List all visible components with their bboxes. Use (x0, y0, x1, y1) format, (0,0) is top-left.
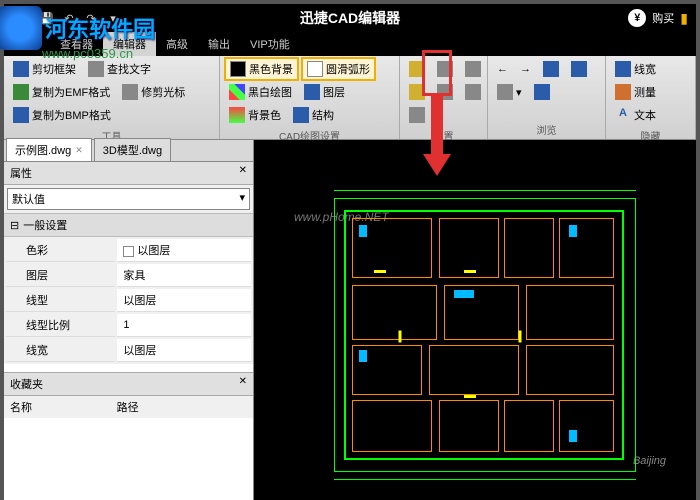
measure-button[interactable]: 测量 (610, 81, 661, 103)
smooth-arc-button[interactable]: 圆滑弧形 (301, 57, 376, 81)
group-browse-label: 浏览 (492, 120, 601, 139)
currency-icon[interactable]: ¥ (628, 9, 646, 27)
menu-output[interactable]: 输出 (198, 32, 240, 56)
col-path: 路径 (117, 399, 139, 415)
favorites-body (4, 418, 253, 500)
document-tabs: 示例图.dwg✕ 3D模型.dwg (4, 140, 253, 162)
copy-bmp-button[interactable]: 复制为BMP格式 (8, 104, 116, 126)
view-icon (571, 61, 587, 77)
buy-link[interactable]: 购买 (652, 10, 674, 26)
nav-history-button[interactable]: ▾ (492, 81, 527, 103)
col-name: 名称 (10, 399, 117, 415)
layers-button[interactable]: 图层 (299, 81, 350, 103)
zoom-fit-icon (465, 61, 481, 77)
site-watermark-overlay: 河东软件园 www.pc0359.cn (0, 6, 155, 61)
table-row: 色彩以图层 (6, 239, 251, 262)
table-row: 线型比例1 (6, 314, 251, 337)
ribbon: 剪切框架 查找文字 复制为EMF格式 修剪光标 复制为BMP格式 工具 黑色背景… (4, 56, 696, 140)
default-dropdown[interactable]: 默认值▾ (7, 188, 250, 210)
scissors-icon (13, 61, 29, 77)
zoom-window-button[interactable] (460, 81, 486, 103)
properties-header: 属性 ✕ (4, 162, 253, 185)
tab-example[interactable]: 示例图.dwg✕ (6, 138, 92, 161)
table-row: 线型以图层 (6, 289, 251, 312)
bgcolor-icon (229, 107, 245, 123)
bmp-icon (13, 107, 29, 123)
layers-icon (304, 84, 320, 100)
chevron-down-icon: ▾ (239, 191, 245, 207)
pin-icon[interactable]: ✕ (239, 376, 247, 392)
general-section[interactable]: ⊟一般设置 (4, 213, 253, 237)
workspace: 示例图.dwg✕ 3D模型.dwg 属性 ✕ 默认值▾ ⊟一般设置 色彩以图层 … (4, 140, 696, 500)
annotation-arrow (422, 50, 452, 176)
menu-vip[interactable]: VIP功能 (240, 32, 300, 56)
floor-plan-drawing (304, 190, 666, 480)
drawing-canvas[interactable]: www.pHome.NET Baijing (254, 140, 696, 500)
table-row: 线宽以图层 (6, 339, 251, 362)
cube-button[interactable] (529, 81, 555, 103)
nav-right-button[interactable]: → (515, 60, 536, 78)
view-button[interactable] (566, 58, 592, 80)
pin-icon[interactable]: ✕ (239, 165, 247, 181)
copy-emf-button[interactable]: 复制为EMF格式 (8, 81, 115, 103)
app-title: 迅捷CAD编辑器 (300, 8, 400, 28)
text-icon: A (615, 107, 631, 123)
arc-icon (307, 61, 323, 77)
search-icon (88, 61, 104, 77)
table-row: 图层家具 (6, 264, 251, 287)
ruler-icon (615, 84, 631, 100)
emf-icon (13, 84, 29, 100)
arrow-left-icon: ← (497, 63, 508, 75)
close-icon[interactable]: ✕ (75, 145, 83, 156)
site-name: 河东软件园 (45, 17, 155, 42)
black-bg-button[interactable]: 黑色背景 (224, 57, 299, 81)
cut-frame-button[interactable]: 剪切框架 (8, 58, 81, 80)
menu-advanced[interactable]: 高级 (156, 32, 198, 56)
linewidth-button[interactable]: 线宽 (610, 58, 661, 80)
trim-cursor-button[interactable]: 修剪光标 (117, 81, 190, 103)
tab-3dmodel[interactable]: 3D模型.dwg (94, 138, 171, 161)
collapse-icon: ⊟ (10, 219, 19, 232)
linewidth-icon (615, 61, 631, 77)
checkbox-icon[interactable] (123, 246, 134, 257)
bg-color-button[interactable]: 背景色 (224, 104, 286, 126)
history-icon (497, 84, 513, 100)
favorites-header: 收藏夹 ✕ (4, 372, 253, 396)
find-text-button[interactable]: 查找文字 (83, 58, 156, 80)
rotate-icon (543, 61, 559, 77)
favorites-columns: 名称 路径 (4, 396, 253, 418)
structure-icon (293, 107, 309, 123)
site-badge-icon (0, 6, 42, 50)
cube-icon (534, 84, 550, 100)
vip-icon[interactable]: ▮ (680, 10, 688, 27)
arrow-right-icon: → (520, 63, 531, 75)
site-url: www.pc0359.cn (42, 46, 155, 61)
zoom-fit-button[interactable] (460, 58, 486, 80)
dropdown-icon: ▾ (516, 86, 522, 99)
nav-left-button[interactable]: ← (492, 60, 513, 78)
properties-title: 属性 (10, 165, 32, 181)
rotate-button[interactable] (538, 58, 564, 80)
bw-draw-button[interactable]: 黑白绘图 (224, 81, 297, 103)
favorites-title: 收藏夹 (10, 376, 43, 392)
structure-button[interactable]: 结构 (288, 104, 339, 126)
left-panel: 示例图.dwg✕ 3D模型.dwg 属性 ✕ 默认值▾ ⊟一般设置 色彩以图层 … (4, 140, 254, 500)
bw-icon (229, 84, 245, 100)
black-bg-icon (230, 61, 246, 77)
text-button[interactable]: A文本 (610, 104, 661, 126)
properties-table: 色彩以图层 图层家具 线型以图层 线型比例1 线宽以图层 (4, 237, 253, 364)
trim-icon (122, 84, 138, 100)
zoom-window-icon (465, 84, 481, 100)
